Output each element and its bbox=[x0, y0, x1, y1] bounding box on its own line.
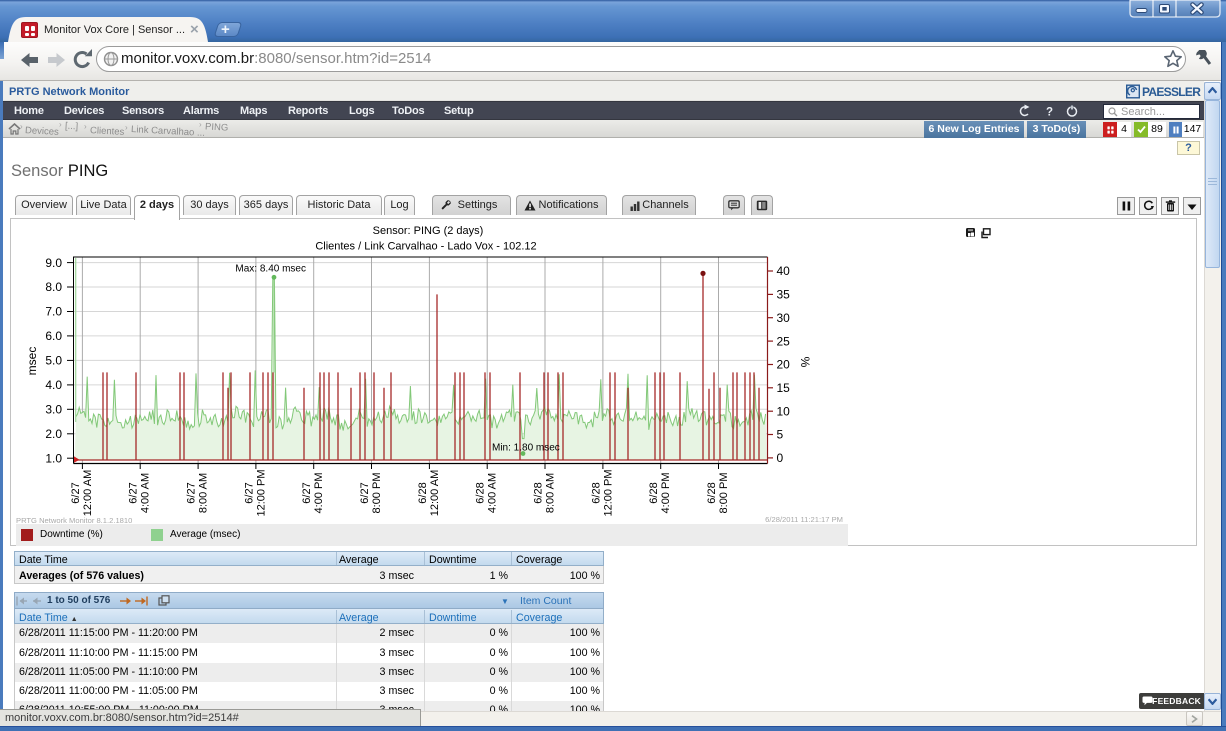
svg-text:6.0: 6.0 bbox=[45, 329, 62, 343]
svg-text:7.0: 7.0 bbox=[45, 305, 62, 319]
svg-text:40: 40 bbox=[777, 264, 791, 278]
svg-text:?: ? bbox=[1046, 107, 1053, 119]
svg-text:6/28: 6/28 bbox=[475, 482, 487, 503]
svg-text:12:00 AM: 12:00 AM bbox=[429, 470, 441, 516]
svg-text:15: 15 bbox=[777, 381, 791, 395]
svg-text:8:00 PM: 8:00 PM bbox=[718, 473, 730, 514]
svg-text:4:00 AM: 4:00 AM bbox=[487, 473, 499, 513]
svg-text:2.0: 2.0 bbox=[45, 427, 62, 441]
svg-text:6/27: 6/27 bbox=[186, 482, 198, 503]
svg-text:5.0: 5.0 bbox=[45, 354, 62, 368]
svg-text:6/28: 6/28 bbox=[533, 482, 545, 503]
svg-text:Min: 1.80 msec: Min: 1.80 msec bbox=[492, 443, 560, 454]
svg-text:4:00 PM: 4:00 PM bbox=[660, 473, 672, 514]
svg-text:6/27: 6/27 bbox=[128, 482, 140, 503]
svg-text:10: 10 bbox=[777, 404, 791, 418]
svg-text:PAESSLER: PAESSLER bbox=[1142, 85, 1201, 99]
svg-text:6/28: 6/28 bbox=[648, 482, 660, 503]
svg-text:9.0: 9.0 bbox=[45, 256, 62, 270]
svg-text:30: 30 bbox=[777, 311, 791, 325]
svg-text:6/27: 6/27 bbox=[243, 482, 255, 503]
svg-text:msec: msec bbox=[25, 347, 39, 376]
svg-text:8:00 PM: 8:00 PM bbox=[371, 473, 383, 514]
svg-text:1.0: 1.0 bbox=[45, 451, 62, 465]
svg-text:Clientes / Link Carvalhao - La: Clientes / Link Carvalhao - Lado Vox - 1… bbox=[315, 241, 536, 253]
svg-text:12:00 PM: 12:00 PM bbox=[602, 469, 614, 516]
svg-text:12:00 AM: 12:00 AM bbox=[82, 470, 94, 516]
svg-text:6/28: 6/28 bbox=[417, 482, 429, 503]
svg-text:Sensor: PING (2 days): Sensor: PING (2 days) bbox=[373, 225, 484, 237]
svg-text:35: 35 bbox=[777, 288, 791, 302]
svg-text:3.0: 3.0 bbox=[45, 403, 62, 417]
svg-text:6/27: 6/27 bbox=[301, 482, 313, 503]
svg-text:4:00 PM: 4:00 PM bbox=[313, 473, 325, 514]
svg-text:8.0: 8.0 bbox=[45, 280, 62, 294]
svg-text:25: 25 bbox=[777, 334, 791, 348]
svg-text:Max: 8.40 msec: Max: 8.40 msec bbox=[235, 264, 306, 275]
svg-text:4.0: 4.0 bbox=[45, 378, 62, 392]
svg-text:20: 20 bbox=[777, 358, 791, 372]
svg-text:%: % bbox=[798, 357, 812, 368]
svg-text:0: 0 bbox=[777, 451, 784, 465]
svg-text:12:00 PM: 12:00 PM bbox=[255, 469, 267, 516]
svg-text:6/28: 6/28 bbox=[706, 482, 718, 503]
svg-text:6/27: 6/27 bbox=[359, 482, 371, 503]
svg-text:6/28: 6/28 bbox=[590, 482, 602, 503]
svg-text:5: 5 bbox=[777, 428, 784, 442]
svg-text:8:00 AM: 8:00 AM bbox=[545, 473, 557, 513]
svg-text:4:00 AM: 4:00 AM bbox=[140, 473, 152, 513]
svg-text:8:00 AM: 8:00 AM bbox=[198, 473, 210, 513]
svg-text:6/27: 6/27 bbox=[70, 482, 82, 503]
